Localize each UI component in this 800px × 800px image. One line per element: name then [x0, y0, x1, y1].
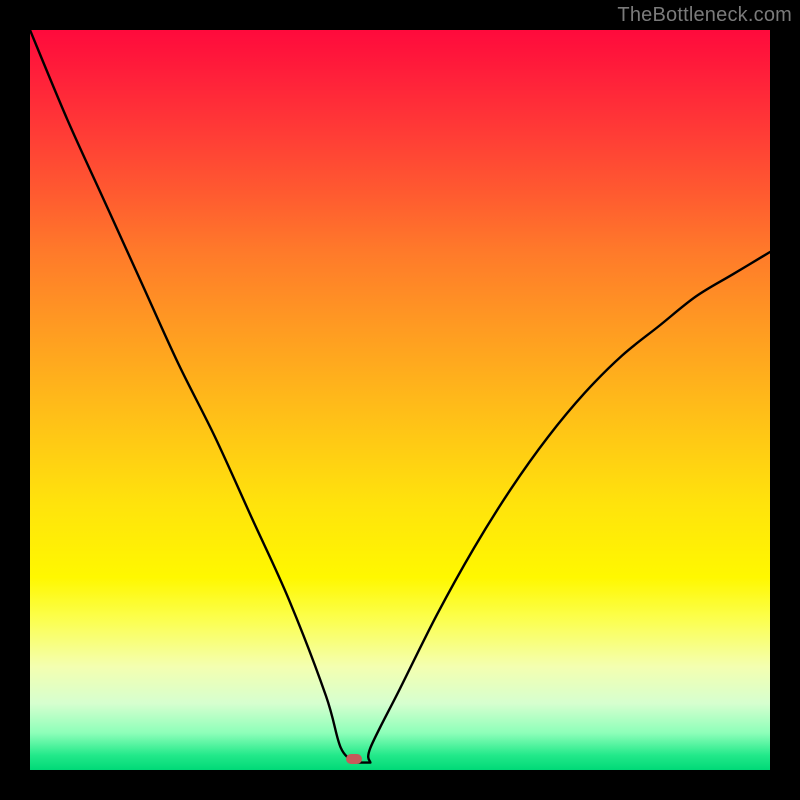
watermark-text: TheBottleneck.com — [617, 4, 792, 27]
curve-path — [30, 30, 770, 763]
plot-area — [30, 30, 770, 770]
chart-frame: TheBottleneck.com — [0, 0, 800, 800]
optimal-marker — [346, 754, 362, 764]
bottleneck-curve — [30, 30, 770, 770]
